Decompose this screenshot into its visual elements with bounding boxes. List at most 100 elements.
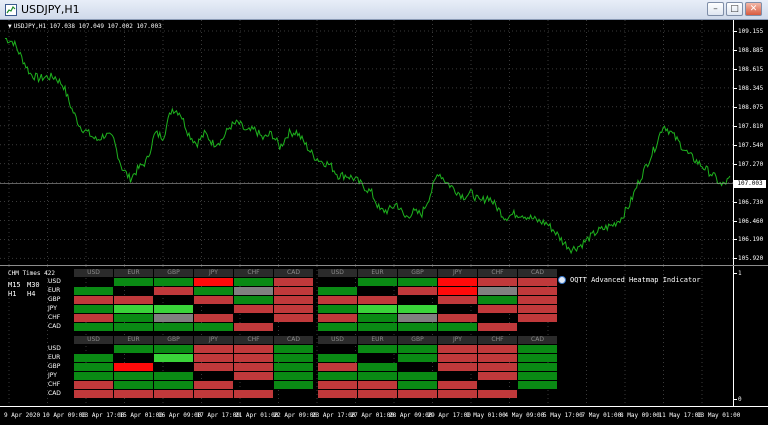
heatmap-cell[interactable] — [114, 363, 153, 371]
heatmap-cell[interactable] — [318, 372, 357, 380]
heatmap-cell[interactable] — [438, 381, 477, 389]
heatmap-cell[interactable] — [518, 305, 557, 313]
heatmap-cell[interactable] — [358, 314, 397, 322]
heatmap-cell[interactable] — [478, 323, 517, 331]
heatmap-cell[interactable] — [154, 287, 193, 295]
heatmap-cell[interactable] — [518, 363, 557, 371]
heatmap-cell[interactable] — [274, 354, 313, 362]
heatmap-cell[interactable] — [154, 305, 193, 313]
heatmap-cell[interactable] — [478, 278, 517, 286]
heatmap-cell[interactable] — [234, 363, 273, 371]
heatmap-cell[interactable] — [398, 323, 437, 331]
price-chart[interactable] — [0, 20, 733, 265]
heatmap-cell[interactable] — [318, 314, 357, 322]
heatmap-cell[interactable] — [194, 278, 233, 286]
heatmap-cell[interactable] — [194, 296, 233, 304]
heatmap-cell[interactable] — [234, 278, 273, 286]
heatmap-cell[interactable] — [358, 381, 397, 389]
heatmap-cell[interactable] — [274, 381, 313, 389]
heatmap-cell[interactable] — [438, 287, 477, 295]
heatmap-cell[interactable] — [74, 314, 113, 322]
heatmap-cell[interactable] — [478, 372, 517, 380]
heatmap-cell[interactable] — [398, 314, 437, 322]
heatmap-cell[interactable] — [318, 296, 357, 304]
title-bar[interactable]: USDJPY,H1 – □ ✕ — [0, 0, 768, 20]
heatmap-cell[interactable] — [398, 390, 437, 398]
heatmap-cell[interactable] — [398, 287, 437, 295]
heatmap-cell[interactable] — [438, 278, 477, 286]
heatmap-cell[interactable] — [478, 305, 517, 313]
heatmap-cell[interactable] — [114, 345, 153, 353]
heatmap-cell[interactable] — [194, 390, 233, 398]
heatmap-cell[interactable] — [194, 345, 233, 353]
heatmap-cell[interactable] — [194, 381, 233, 389]
heatmap-cell[interactable] — [74, 390, 113, 398]
heatmap-cell[interactable] — [398, 381, 437, 389]
heatmap-cell[interactable] — [518, 314, 557, 322]
heatmap-cell[interactable] — [518, 372, 557, 380]
heatmap-cell[interactable] — [478, 354, 517, 362]
heatmap-cell[interactable] — [114, 296, 153, 304]
time-axis[interactable]: 9 Apr 2020 10 Apr 09:00 13 Apr 17:00 15 Apr… — [0, 406, 768, 425]
heatmap-cell[interactable] — [194, 287, 233, 295]
heatmap-cell[interactable] — [114, 278, 153, 286]
heatmap-cell[interactable] — [358, 305, 397, 313]
heatmap-cell[interactable] — [318, 381, 357, 389]
heatmap-cell[interactable] — [438, 296, 477, 304]
heatmap-cell[interactable] — [318, 390, 357, 398]
heatmap-cell[interactable] — [234, 390, 273, 398]
heatmap-cell[interactable] — [274, 372, 313, 380]
heatmap-cell[interactable] — [318, 287, 357, 295]
heatmap-subwindow[interactable]: USD EUR GBP JPY CHF CAD USD EUR GBP JPY CHF CAD USD E… — [0, 266, 733, 406]
heatmap-cell[interactable] — [74, 323, 113, 331]
heatmap-cell[interactable] — [518, 296, 557, 304]
heatmap-cell[interactable] — [74, 381, 113, 389]
minimize-button[interactable]: – — [707, 2, 724, 16]
heatmap-cell[interactable] — [358, 323, 397, 331]
heatmap-cell[interactable] — [154, 345, 193, 353]
heatmap-cell[interactable] — [274, 345, 313, 353]
heatmap-cell[interactable] — [234, 372, 273, 380]
heatmap-cell[interactable] — [358, 345, 397, 353]
maximize-button[interactable]: □ — [726, 2, 743, 16]
heatmap-cell[interactable] — [74, 354, 113, 362]
close-button[interactable]: ✕ — [745, 2, 762, 16]
heatmap-cell[interactable] — [234, 287, 273, 295]
heatmap-cell[interactable] — [154, 323, 193, 331]
heatmap-cell[interactable] — [274, 278, 313, 286]
heatmap-cell[interactable] — [114, 390, 153, 398]
heatmap-cell[interactable] — [478, 287, 517, 295]
heatmap-cell[interactable] — [234, 354, 273, 362]
heatmap-cell[interactable] — [274, 296, 313, 304]
heatmap-cell[interactable] — [398, 372, 437, 380]
heatmap-cell[interactable] — [318, 323, 357, 331]
heatmap-cell[interactable] — [194, 314, 233, 322]
heatmap-cell[interactable] — [154, 354, 193, 362]
price-axis[interactable]: 109.155 108.885 108.615 108.345 108.075 107.8… — [733, 20, 768, 265]
heatmap-cell[interactable] — [234, 345, 273, 353]
heatmap-cell[interactable] — [274, 363, 313, 371]
heatmap-cell[interactable] — [114, 314, 153, 322]
heatmap-cell[interactable] — [74, 363, 113, 371]
heatmap-cell[interactable] — [358, 372, 397, 380]
heatmap-cell[interactable] — [154, 381, 193, 389]
heatmap-cell[interactable] — [358, 278, 397, 286]
heatmap-cell[interactable] — [478, 345, 517, 353]
heatmap-cell[interactable] — [518, 287, 557, 295]
heatmap-cell[interactable] — [114, 305, 153, 313]
heatmap-cell[interactable] — [438, 363, 477, 371]
heatmap-cell[interactable] — [114, 372, 153, 380]
heatmap-cell[interactable] — [194, 354, 233, 362]
heatmap-cell[interactable] — [478, 390, 517, 398]
heatmap-cell[interactable] — [398, 354, 437, 362]
heatmap-cell[interactable] — [194, 363, 233, 371]
heatmap-cell[interactable] — [518, 354, 557, 362]
heatmap-cell[interactable] — [518, 278, 557, 286]
heatmap-cell[interactable] — [74, 372, 113, 380]
heatmap-cell[interactable] — [114, 381, 153, 389]
heatmap-cell[interactable] — [518, 381, 557, 389]
heatmap-cell[interactable] — [114, 323, 153, 331]
heatmap-cell[interactable] — [398, 305, 437, 313]
heatmap-cell[interactable] — [398, 345, 437, 353]
heatmap-cell[interactable] — [74, 287, 113, 295]
